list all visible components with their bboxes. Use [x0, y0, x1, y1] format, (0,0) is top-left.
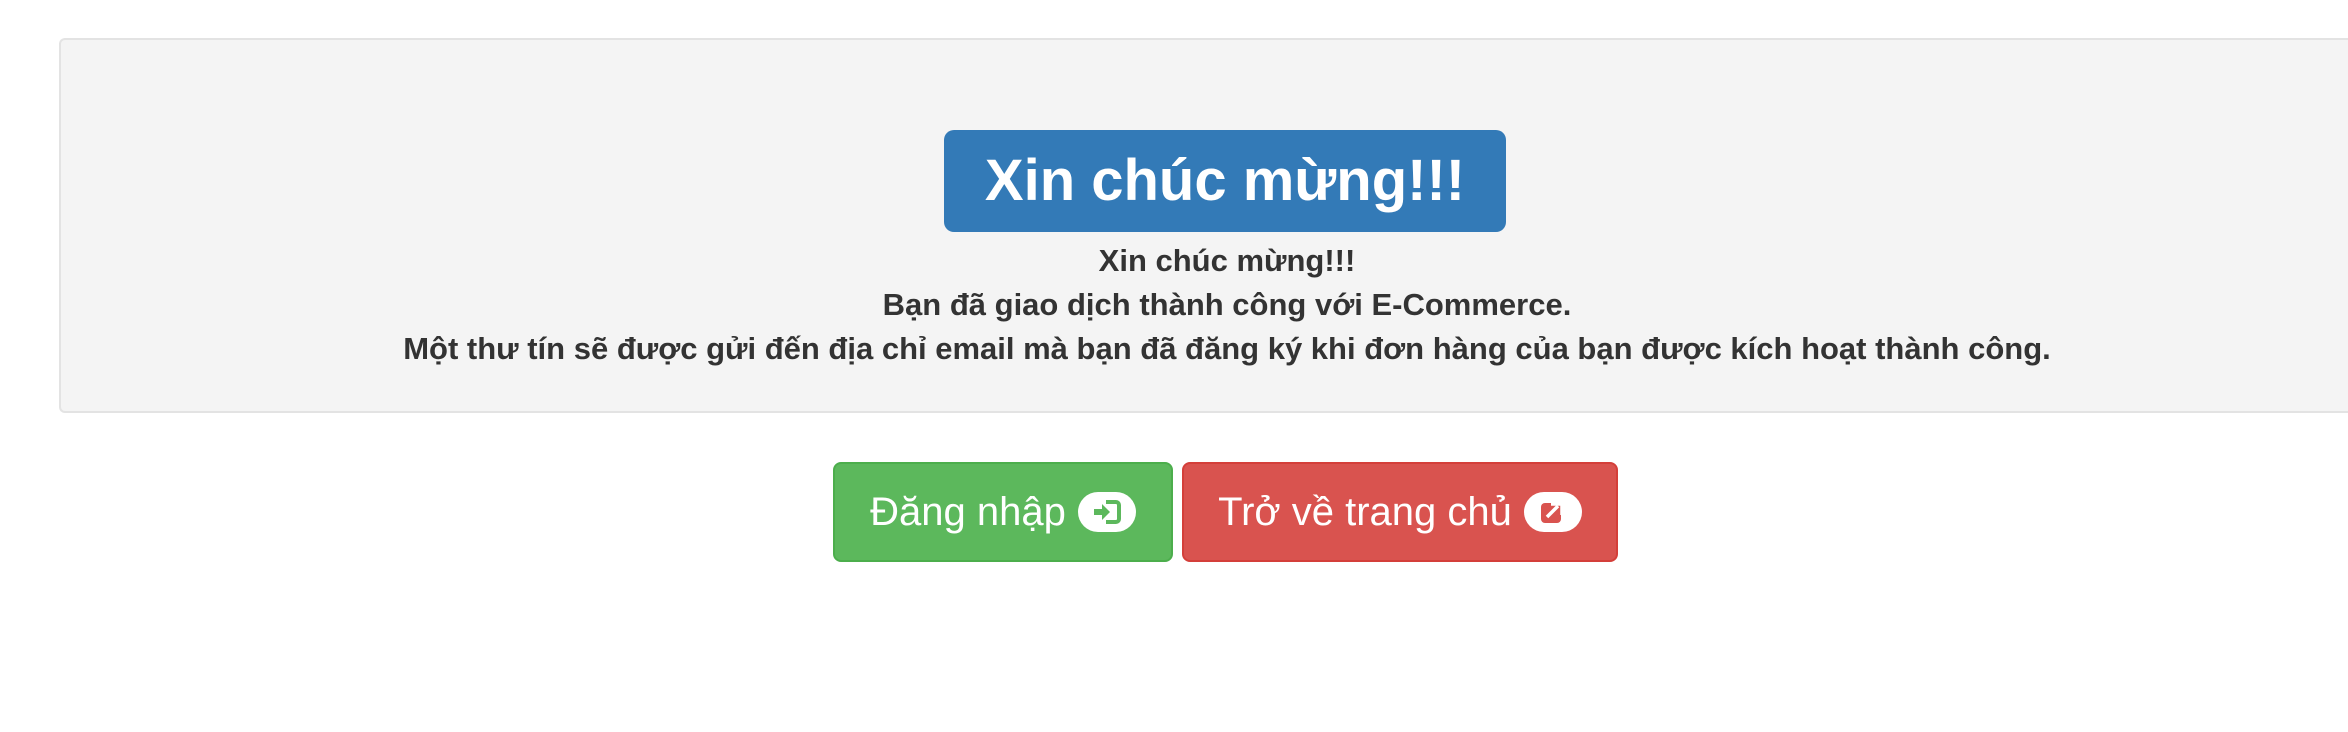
- back-to-home-button[interactable]: Trở về trang chủ: [1182, 462, 1618, 562]
- sign-in-icon: [1077, 492, 1136, 532]
- message-line-success: Bạn đã giao dịch thành công với E-Commer…: [882, 287, 1572, 322]
- login-button[interactable]: Đăng nhập: [833, 462, 1173, 562]
- back-to-home-label: Trở về trang chủ: [1218, 490, 1512, 534]
- login-button-label: Đăng nhập: [870, 490, 1066, 534]
- message-line-congrats: Xin chúc mừng!!!: [1098, 243, 1356, 278]
- external-link-icon: [1523, 492, 1582, 532]
- congratulations-heading: Xin chúc mừng!!!: [944, 130, 1506, 232]
- message-line-email-notice: Một thư tín sẽ được gửi đến địa chỉ emai…: [403, 331, 2051, 366]
